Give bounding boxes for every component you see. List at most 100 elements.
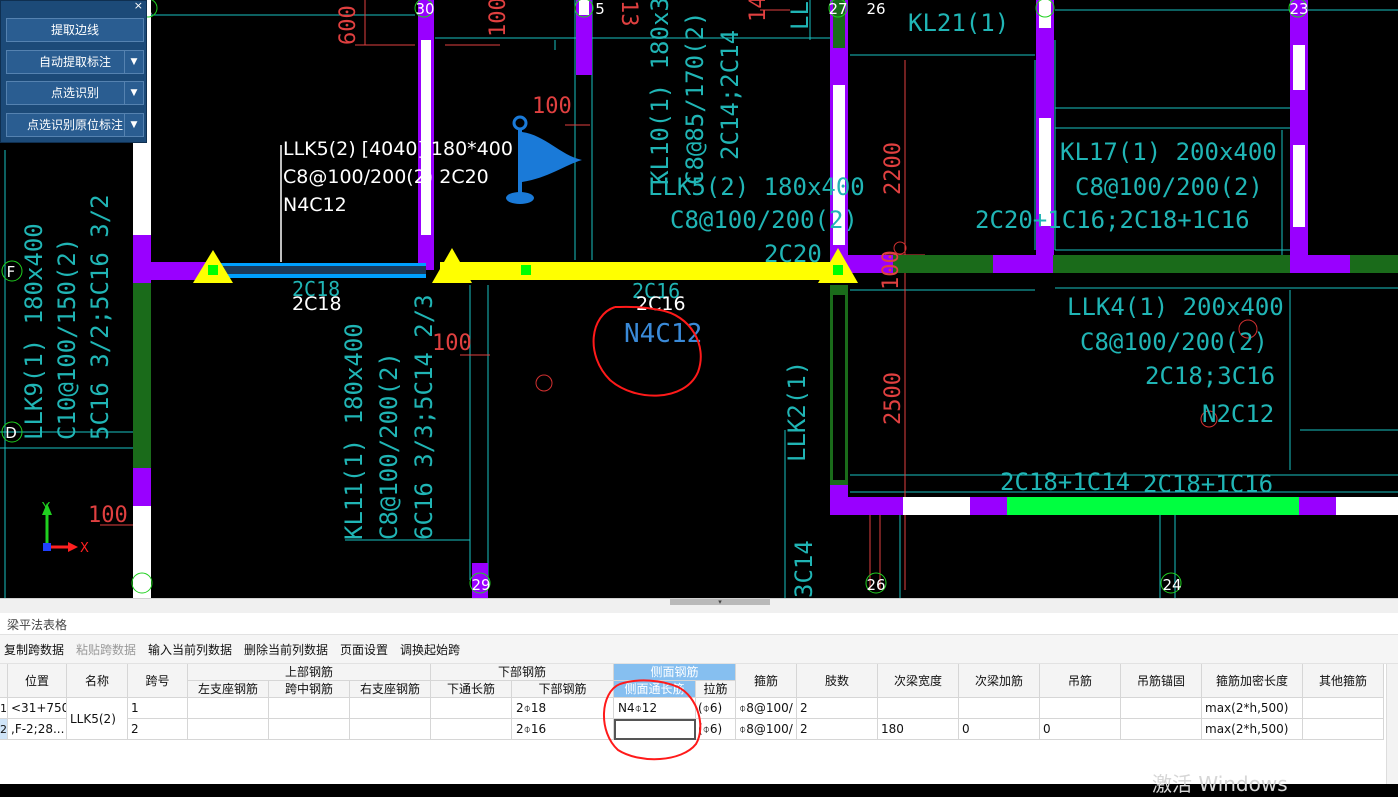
cell-top-left[interactable] <box>188 719 269 740</box>
cell-bottom-through[interactable] <box>431 719 512 740</box>
close-icon[interactable]: × <box>134 0 143 12</box>
cell-top-mid[interactable] <box>269 698 350 719</box>
button-label: 自动提取标注 <box>38 55 111 69</box>
cell-sec-add[interactable] <box>959 698 1040 719</box>
cell-top-right[interactable] <box>350 719 431 740</box>
ucs-axes-icon: Y X <box>41 501 89 556</box>
cell-position[interactable]: <31+750 <box>8 698 67 719</box>
beam-label: KL21(1) <box>908 9 1009 37</box>
cad-drawing-canvas[interactable]: 1 30 5 27 26 23 29 26 24 F D 600 100 100… <box>0 0 1398 598</box>
beam-label: N2C12 <box>1202 400 1274 428</box>
cell-legs[interactable]: 2 <box>797 719 878 740</box>
header-top-left[interactable]: 左支座钢筋 <box>188 681 269 698</box>
axis-label-top: 27 <box>828 0 847 18</box>
pick-recognize-inplace-button[interactable]: 点选识别原位标注 ▼ <box>6 113 144 137</box>
cell-position[interactable]: ,F-2;28... <box>8 719 67 740</box>
header-hanger[interactable]: 吊筋 <box>1040 664 1121 698</box>
cell-dense-length[interactable]: max(2*h,500) <box>1202 719 1303 740</box>
header-sec-width[interactable]: 次梁宽度 <box>878 664 959 698</box>
dim-text: 100 <box>879 250 904 290</box>
paste-span-data-button[interactable]: 粘贴跨数据 <box>76 641 136 658</box>
dimension-lines <box>100 0 925 590</box>
cell-other-stirrup[interactable] <box>1303 698 1384 719</box>
header-top-mid[interactable]: 跨中钢筋 <box>269 681 350 698</box>
pick-recognize-button[interactable]: 点选识别 ▼ <box>6 81 144 105</box>
beam-label: C10@100/150(2) <box>53 238 81 440</box>
cell-hanger-anchor[interactable] <box>1121 719 1202 740</box>
extract-edge-button[interactable]: 提取边线 <box>6 18 144 42</box>
beam-label: 2C20 <box>764 240 822 268</box>
swap-start-span-button[interactable]: 调换起始跨 <box>400 641 460 658</box>
beam-label: C8@100/200(2) <box>375 352 403 540</box>
header-dense-length[interactable]: 箍筋加密长度 <box>1202 664 1303 698</box>
cell-dense-length[interactable]: max(2*h,500) <box>1202 698 1303 719</box>
row-number[interactable]: 1 <box>0 698 8 719</box>
page-setup-button[interactable]: 页面设置 <box>340 641 388 658</box>
panel-title: 梁平法表格 <box>7 618 68 632</box>
cell-hanger-anchor[interactable] <box>1121 698 1202 719</box>
dropdown-arrow-icon[interactable]: ▼ <box>124 51 143 73</box>
cell-legs[interactable]: 2 <box>797 698 878 719</box>
beam-label: 2C20+1C16;2C18+1C16 <box>975 206 1250 234</box>
cell-other-stirrup[interactable] <box>1303 719 1384 740</box>
copy-span-data-button[interactable]: 复制跨数据 <box>4 641 64 658</box>
delete-column-data-button[interactable]: 删除当前列数据 <box>244 641 328 658</box>
header-bottom-through[interactable]: 下通长筋 <box>431 681 512 698</box>
cell-sec-width[interactable] <box>878 698 959 719</box>
dropdown-arrow-icon[interactable]: ▼ <box>124 82 143 104</box>
y-axis-label: Y <box>41 501 50 516</box>
collapse-grip-icon[interactable]: ▾ <box>670 599 770 606</box>
axis-label-left: F <box>7 263 16 281</box>
dropdown-arrow-icon[interactable]: ▼ <box>124 114 143 136</box>
cell-span[interactable]: 2 <box>128 719 188 740</box>
row-number[interactable]: 2 <box>0 719 8 740</box>
beam-label: LLK9(1) 180x400 <box>20 223 48 440</box>
header-top-rebar-group: 上部钢筋 <box>188 664 431 681</box>
beam-label: C8@100/200(2) <box>670 206 858 234</box>
cell-stirrup[interactable]: ⌽8@100/ <box>736 719 797 740</box>
header-position[interactable]: 位置 <box>8 664 67 698</box>
cell-hanger[interactable] <box>1040 698 1121 719</box>
dim-text: 100 <box>486 0 511 37</box>
axis-label-bottom: 29 <box>471 576 490 594</box>
cell-hanger[interactable]: 0 <box>1040 719 1121 740</box>
cell-name[interactable]: LLK5(2) <box>67 698 128 740</box>
header-span[interactable]: 跨号 <box>128 664 188 698</box>
header-hanger-anchor[interactable]: 吊筋锚固 <box>1121 664 1202 698</box>
row-header-corner <box>0 664 8 698</box>
beam-label: C8@100/200(2) <box>1080 328 1268 356</box>
beam-label: 3C14 <box>790 540 818 598</box>
grip-point[interactable] <box>521 265 531 275</box>
beam-annotation-line: N4C12 <box>283 194 347 216</box>
beam-label: 6C16 3/3;5C14 2/3 <box>410 294 438 540</box>
beam-label: LL <box>786 1 814 30</box>
panel-splitter[interactable]: ▾ <box>0 598 1398 613</box>
cell-stirrup[interactable]: ⌽8@100/ <box>736 698 797 719</box>
axis-label-bottom: 24 <box>1162 576 1181 594</box>
beam-label: 2C18+1C16 <box>1143 470 1273 498</box>
table-vertical-scrollbar[interactable] <box>1386 664 1398 784</box>
header-top-right[interactable]: 右支座钢筋 <box>350 681 431 698</box>
cell-sec-width[interactable]: 180 <box>878 719 959 740</box>
axis-label-top: 23 <box>1289 0 1308 18</box>
beam-label: 5C16 3/2;5C16 3/2 <box>86 194 114 440</box>
cad-drawing[interactable]: 1 30 5 27 26 23 29 26 24 F D 600 100 100… <box>0 0 1398 598</box>
cell-top-mid[interactable] <box>269 719 350 740</box>
grip-point[interactable] <box>208 265 218 275</box>
header-legs[interactable]: 肢数 <box>797 664 878 698</box>
cell-top-right[interactable] <box>350 698 431 719</box>
beam-recognition-panel: × 提取边线 自动提取标注 ▼ 点选识别 ▼ 点选识别原位标注 ▼ <box>0 0 147 143</box>
header-sec-add[interactable]: 次梁加筋 <box>959 664 1040 698</box>
cell-span[interactable]: 1 <box>128 698 188 719</box>
header-stirrup[interactable]: 箍筋 <box>736 664 797 698</box>
header-name[interactable]: 名称 <box>67 664 128 698</box>
cell-sec-add[interactable]: 0 <box>959 719 1040 740</box>
cell-bottom-through[interactable] <box>431 698 512 719</box>
input-column-data-button[interactable]: 输入当前列数据 <box>148 641 232 658</box>
header-other-stirrup[interactable]: 其他箍筋 <box>1303 664 1384 698</box>
cell-top-left[interactable] <box>188 698 269 719</box>
auto-extract-annotation-button[interactable]: 自动提取标注 ▼ <box>6 50 144 74</box>
grip-point[interactable] <box>833 265 843 275</box>
axis-label-bottom: 26 <box>866 576 885 594</box>
button-label: 点选识别 <box>50 86 99 100</box>
